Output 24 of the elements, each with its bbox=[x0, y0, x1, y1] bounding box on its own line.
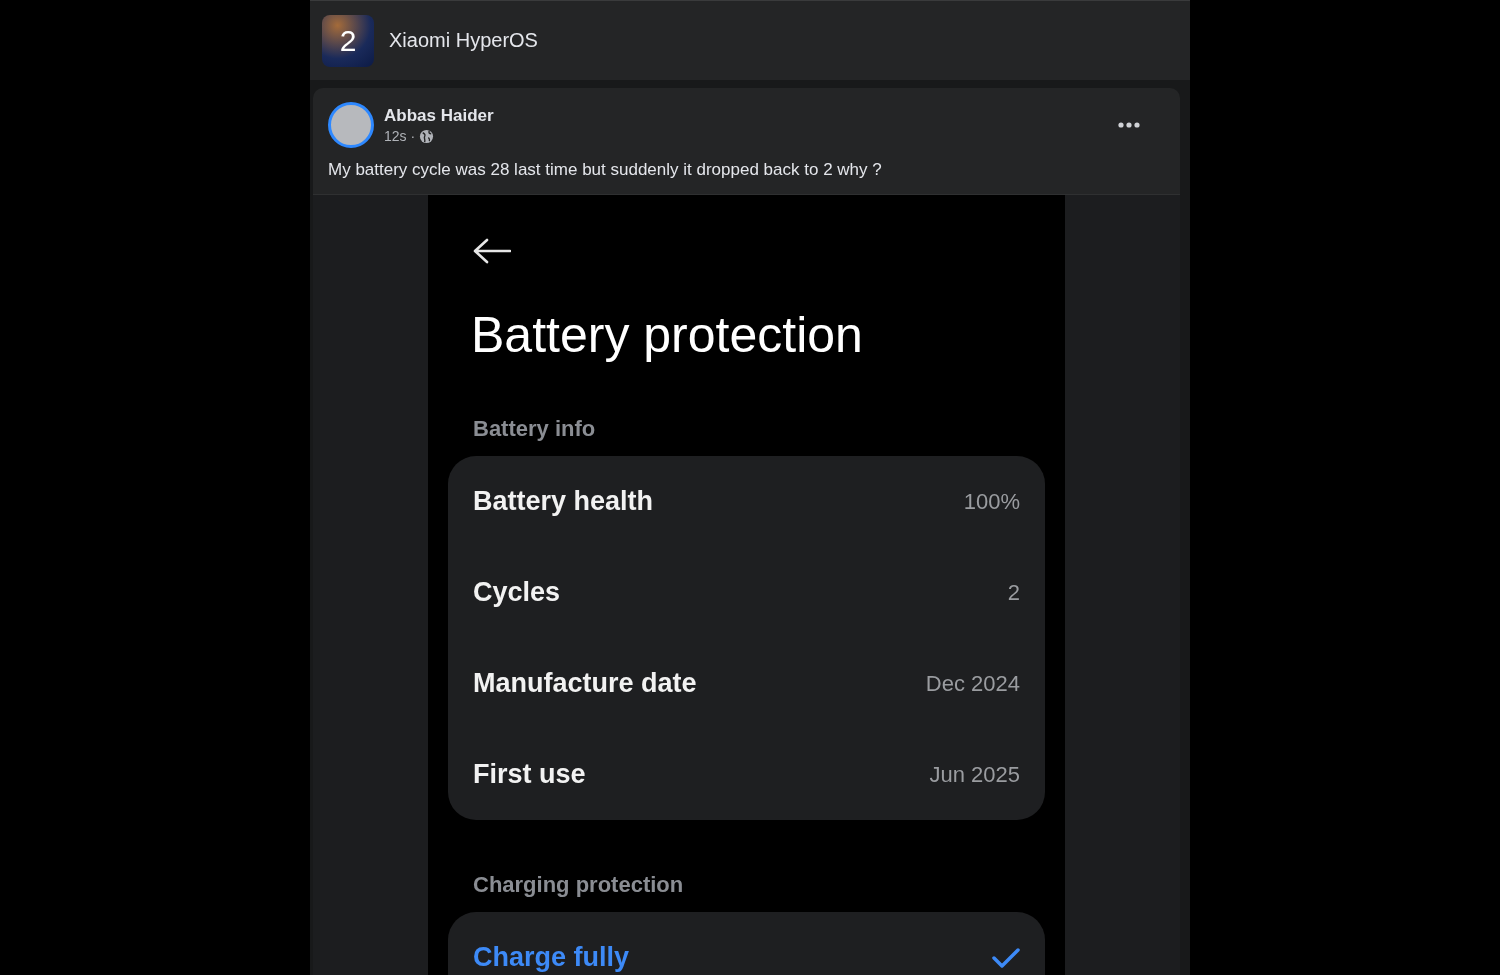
post-time[interactable]: 12s bbox=[384, 128, 407, 144]
section-heading: Charging protection bbox=[473, 872, 685, 898]
back-arrow-icon bbox=[473, 238, 511, 264]
setting-label: First use bbox=[473, 759, 586, 790]
separator-dot: · bbox=[410, 128, 416, 144]
avatar[interactable] bbox=[328, 102, 374, 148]
checkmark-icon bbox=[992, 946, 1020, 969]
group-name[interactable]: Xiaomi HyperOS bbox=[389, 29, 538, 52]
setting-label: Manufacture date bbox=[473, 668, 697, 699]
post-text: My battery cycle was 28 last time but suddenly it dropped back to 2 why ? bbox=[327, 159, 883, 181]
option-row[interactable]: Charge fully bbox=[473, 912, 1020, 975]
section-heading: Battery info bbox=[473, 416, 597, 442]
more-options-icon[interactable] bbox=[1118, 122, 1140, 128]
author-name[interactable]: Abbas Haider bbox=[384, 106, 1108, 126]
option-label: Charge fully bbox=[473, 942, 630, 973]
setting-label: Battery health bbox=[473, 486, 654, 517]
group-logo[interactable]: 2 bbox=[322, 14, 374, 67]
setting-value: 2 bbox=[1007, 579, 1020, 606]
setting-label: Cycles bbox=[473, 577, 561, 608]
setting-value: Jun 2025 bbox=[929, 761, 1020, 788]
setting-value: 100% bbox=[963, 488, 1020, 515]
screen-title: Battery protection bbox=[471, 306, 864, 364]
globe-icon bbox=[419, 128, 435, 144]
setting-value: Dec 2024 bbox=[925, 670, 1020, 697]
